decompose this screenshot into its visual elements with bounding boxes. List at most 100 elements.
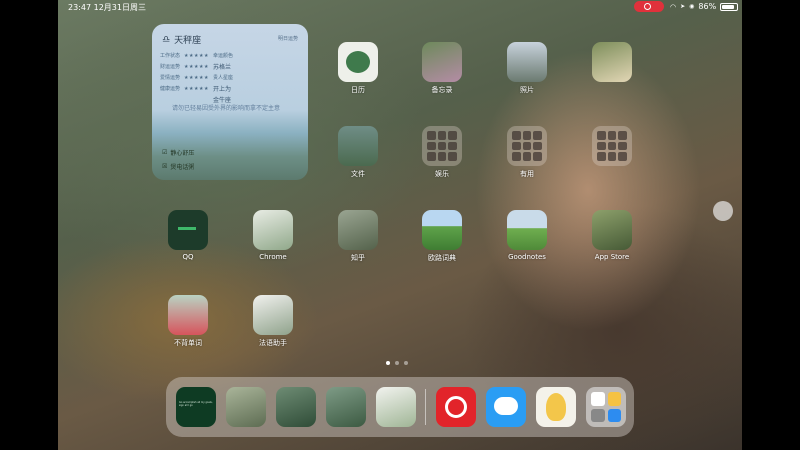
widget-item: ☑ 静心舒压 bbox=[162, 148, 194, 157]
app-label: 不背单词 bbox=[174, 339, 202, 347]
app-calendar[interactable]: 日历 bbox=[330, 42, 386, 95]
row-value: 苏格兰 bbox=[212, 64, 231, 71]
dock-app-4[interactable] bbox=[326, 387, 366, 427]
goodnotes-icon bbox=[507, 210, 547, 250]
wifi-icon: ◠ bbox=[670, 2, 677, 11]
screen-recording-indicator[interactable] bbox=[634, 1, 664, 12]
app-chrome[interactable]: Chrome bbox=[245, 210, 301, 261]
location-icon: ➤ bbox=[680, 3, 686, 10]
dock-app-2[interactable] bbox=[226, 387, 266, 427]
horoscope-widget[interactable]: ♎ 天秤座 明日运势 工作状态 ★★★★★ 幸运颜色 财运运势 ★★★★★ 苏格兰 爱情… bbox=[152, 24, 308, 180]
status-time: 23:47 12月31日周三 bbox=[68, 3, 146, 12]
page-dot bbox=[395, 361, 399, 365]
folder-useful[interactable]: 有用 bbox=[499, 126, 555, 179]
bird-icon bbox=[546, 393, 566, 421]
dock-app-bird[interactable] bbox=[536, 387, 576, 427]
app-label: 欧路词典 bbox=[428, 254, 456, 262]
battery-percent: 86% bbox=[698, 2, 717, 11]
app-photos[interactable]: 照片 bbox=[499, 42, 555, 95]
row-stars: ★★★★★ bbox=[184, 85, 209, 92]
dock-app-netease-music[interactable] bbox=[436, 387, 476, 427]
french-helper-icon bbox=[253, 295, 293, 335]
dock-app-text: Go accomplish all my goals, sign all I g… bbox=[179, 401, 213, 407]
row-value: 开上为 bbox=[212, 86, 231, 93]
row-label: 工作状态 bbox=[160, 53, 181, 59]
app-eudic[interactable]: 欧路词典 bbox=[414, 210, 470, 263]
app-notes[interactable]: 备忘录 bbox=[414, 42, 470, 95]
app-zhihu[interactable]: 知乎 bbox=[330, 210, 386, 263]
home-screen: 23:47 12月31日周三 ◠ ➤ ◉ 86% ♎ 天秤座 明日运势 工作状态… bbox=[58, 0, 742, 450]
dock-app-5[interactable] bbox=[376, 387, 416, 427]
page-dot bbox=[404, 361, 408, 365]
app-bubei[interactable]: 不背单词 bbox=[160, 295, 216, 348]
dock-recent-apps[interactable] bbox=[586, 387, 626, 427]
widget-header: ♎ 天秤座 bbox=[162, 33, 202, 47]
qq-icon bbox=[168, 210, 208, 250]
app-store-icon bbox=[592, 210, 632, 250]
battery-icon bbox=[720, 2, 739, 11]
lock-rotation-icon: ◉ bbox=[689, 3, 695, 10]
app-label: 知乎 bbox=[351, 254, 365, 262]
row-stars: ★★★★★ bbox=[184, 63, 209, 70]
row-label: 爱情运势 bbox=[160, 75, 181, 81]
eudic-icon bbox=[422, 210, 462, 250]
app-label: 娱乐 bbox=[435, 170, 449, 178]
chrome-icon bbox=[253, 210, 293, 250]
notes-icon bbox=[422, 42, 462, 82]
cross-icon: ☒ bbox=[162, 163, 168, 170]
folder-icon bbox=[507, 126, 547, 166]
row-stars: ★★★★★ bbox=[184, 74, 209, 81]
app-label: 法语助手 bbox=[259, 339, 287, 347]
dock-separator bbox=[425, 389, 426, 425]
app-label: QQ bbox=[182, 253, 194, 261]
app-label: 日历 bbox=[351, 86, 365, 94]
row-key: 幸运颜色 bbox=[212, 53, 233, 59]
files-icon bbox=[338, 126, 378, 166]
folder-entertainment[interactable]: 娱乐 bbox=[414, 126, 470, 179]
chat-bubble-icon bbox=[494, 397, 518, 415]
widget-table: 工作状态 ★★★★★ 幸运颜色 财运运势 ★★★★★ 苏格兰 爱情运势 ★★★★★ 贵人星座… bbox=[160, 50, 237, 105]
zhihu-icon bbox=[338, 210, 378, 250]
widget-title: 天秤座 bbox=[174, 36, 202, 46]
page-dot bbox=[386, 361, 390, 365]
app-files[interactable]: 文件 bbox=[330, 126, 386, 179]
widget-item-label: 静心舒压 bbox=[170, 150, 195, 157]
record-icon bbox=[644, 3, 651, 10]
page-indicator[interactable] bbox=[386, 361, 408, 365]
dock-app-messages[interactable] bbox=[486, 387, 526, 427]
widget-item: ☒ 煲电话粥 bbox=[162, 162, 194, 171]
app-app-store[interactable]: App Store bbox=[584, 210, 640, 261]
row-label: 健康运势 bbox=[160, 86, 181, 92]
app-label: 有用 bbox=[520, 170, 534, 178]
status-bar: 23:47 12月31日周三 ◠ ➤ ◉ 86% bbox=[58, 0, 742, 14]
row-label: 财运运势 bbox=[160, 64, 181, 70]
app-goodnotes[interactable]: Goodnotes bbox=[499, 210, 555, 261]
app-label: Chrome bbox=[259, 253, 287, 261]
libra-icon: ♎ bbox=[162, 34, 171, 45]
app-label: App Store bbox=[594, 253, 630, 261]
music-icon bbox=[445, 396, 467, 418]
photos-icon bbox=[507, 42, 547, 82]
widget-item-label: 煲电话粥 bbox=[170, 164, 195, 171]
assistive-touch-button[interactable] bbox=[713, 201, 733, 221]
folder-icon bbox=[422, 126, 462, 166]
app-unlabeled-1[interactable] bbox=[584, 42, 640, 85]
dock-app-green-note[interactable]: Go accomplish all my goals, sign all I g… bbox=[176, 387, 216, 427]
app-label: 文件 bbox=[351, 170, 365, 178]
folder-icon bbox=[592, 126, 632, 166]
widget-note: 请勿已轻易因受外界的影响而拿不定主意 bbox=[172, 105, 281, 112]
recent-apps-icon bbox=[591, 392, 621, 422]
camera-icon bbox=[592, 42, 632, 82]
row-stars: ★★★★★ bbox=[184, 52, 209, 59]
dock-app-3[interactable] bbox=[276, 387, 316, 427]
calendar-icon bbox=[338, 42, 378, 82]
app-qq[interactable]: QQ bbox=[160, 210, 216, 261]
app-french-helper[interactable]: 法语助手 bbox=[245, 295, 301, 348]
folder-unlabeled[interactable] bbox=[584, 126, 640, 169]
row-key: 贵人星座 bbox=[212, 75, 233, 81]
app-label: 备忘录 bbox=[431, 86, 453, 94]
dock: Go accomplish all my goals, sign all I g… bbox=[166, 377, 634, 437]
watermelon-icon bbox=[168, 295, 208, 335]
widget-detail: 明日运势 bbox=[277, 36, 298, 42]
check-icon: ☑ bbox=[162, 149, 168, 156]
